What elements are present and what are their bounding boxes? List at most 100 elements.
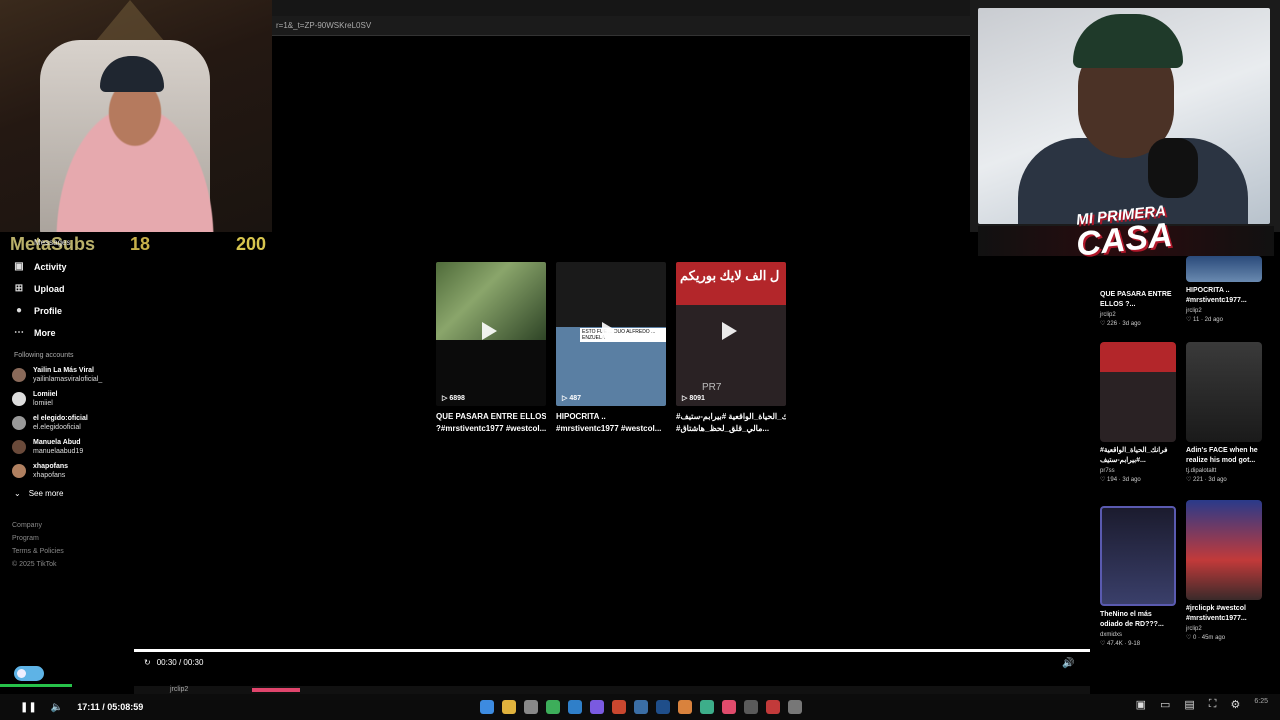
video-thumbnail[interactable]: ▷ 6898 — [436, 262, 546, 406]
followed-account[interactable]: el elegido:oficial el.elegidooficial — [0, 411, 130, 435]
theater-icon[interactable]: ▭ — [1160, 698, 1170, 711]
steam-icon[interactable] — [634, 700, 648, 714]
folder-icon[interactable] — [502, 700, 516, 714]
browser-icon[interactable] — [546, 700, 560, 714]
video-card[interactable]: ل الف لايك بوريكم PR7 ▷ 8091 #فرانك_الحي… — [676, 262, 786, 435]
related-title[interactable]: #فرانك_الحياة_الواقعية #بيرابم-ستيف... — [1100, 446, 1176, 466]
avatar-icon: ● — [15, 305, 23, 316]
volume-icon[interactable]: 🔈 — [51, 702, 63, 713]
load-progress — [0, 684, 72, 687]
settings-icon[interactable] — [788, 700, 802, 714]
strip-author: jrclip2 — [170, 686, 189, 693]
volume-icon[interactable]: 🔊 — [1062, 658, 1074, 669]
gear-icon[interactable]: ⚙ — [1231, 698, 1241, 711]
followed-account[interactable]: xhapofans xhapofans — [0, 459, 130, 483]
video-title[interactable]: HIPOCRITA .. — [556, 411, 666, 423]
related-thumbnail[interactable] — [1100, 342, 1176, 442]
nav-activity[interactable]: ▣ Activity — [0, 256, 130, 278]
video-progress-bar[interactable] — [134, 649, 1090, 652]
avatar — [12, 464, 26, 478]
video-card[interactable]: ▷ 6898 QUE PASARA ENTRE ELLOS ?#mrstiven… — [436, 262, 546, 435]
footer-link[interactable]: Terms & Policies — [12, 545, 130, 558]
video-title-line2[interactable]: #مالي_قلق_لحظ_هاشتاق... — [676, 423, 786, 435]
related-thumbnail[interactable] — [1100, 506, 1176, 606]
nav-label: Activity — [34, 262, 67, 272]
video-card[interactable]: ESTO FUE ... DUO ALFREDO ... ENZUELA ▷ 4… — [556, 262, 666, 435]
address-bar[interactable]: r=1&_t=ZP-90WSKreL0SV — [272, 16, 972, 36]
captions-icon[interactable]: ▤ — [1184, 698, 1194, 711]
avatar — [12, 392, 26, 406]
view-count: ▷ 8091 — [682, 395, 705, 402]
nav-more[interactable]: ⋯ More — [0, 322, 130, 344]
related-thumbnail[interactable] — [1186, 342, 1262, 442]
start-icon[interactable] — [480, 700, 494, 714]
app-icon[interactable] — [612, 700, 626, 714]
see-more-link[interactable]: ⌄ See more — [0, 483, 130, 503]
footer-link[interactable]: Company — [12, 519, 130, 532]
video-thumbnail[interactable]: ESTO FUE ... DUO ALFREDO ... ENZUELA ▷ 4… — [556, 262, 666, 406]
app-icon[interactable] — [700, 700, 714, 714]
related-video[interactable]: HIPOCRITA .. #mrstiventc1977... jrclip2 … — [1186, 256, 1262, 323]
messages-nav-label[interactable]: Messages — [34, 238, 70, 247]
related-author[interactable]: jrclip2 — [1186, 626, 1262, 632]
avatar — [12, 416, 26, 430]
video-title[interactable]: QUE PASARA ENTRE ELLOS — [436, 411, 546, 423]
toggle-switch[interactable] — [14, 666, 44, 681]
app-icon[interactable] — [678, 700, 692, 714]
related-meta: ♡ 194 · 3d ago — [1100, 477, 1141, 483]
video-title-line2[interactable]: #mrstiventc1977 #westcol... — [556, 423, 666, 435]
fullscreen-icon[interactable]: ⛶ — [1209, 698, 1217, 711]
tiktok-icon[interactable] — [722, 700, 736, 714]
ellipsis-icon: ⋯ — [14, 327, 24, 338]
streamer-figure — [35, 70, 235, 232]
footer-copyright: © 2025 TikTok — [12, 561, 57, 568]
followed-account[interactable]: Yailin La Más Viral yailinlamasviralofici… — [0, 363, 130, 387]
pause-icon[interactable]: ❚❚ — [20, 702, 37, 713]
following-accounts-title: Following accounts — [14, 352, 74, 359]
related-video[interactable]: #jrclicpk #westcol #mrstiventc1977... jr… — [1186, 500, 1262, 641]
nav-label: Upload — [34, 284, 65, 294]
related-author[interactable]: pr7ss — [1100, 468, 1176, 474]
avatar — [12, 440, 26, 454]
nav-profile[interactable]: ● Profile — [0, 300, 130, 322]
related-title[interactable]: Adin's FACE when he realize his mod got.… — [1186, 446, 1262, 466]
nav-upload[interactable]: ⊞ Upload — [0, 278, 130, 300]
related-author[interactable]: jrclip2 — [1100, 312, 1176, 318]
related-title[interactable]: #jrclicpk #westcol #mrstiventc1977... — [1186, 604, 1262, 624]
time-readout: 00:30 / 00:30 — [156, 658, 204, 667]
account-name: xhapofans — [33, 463, 69, 470]
app-icon[interactable] — [656, 700, 670, 714]
account-handle: el.elegidooficial — [33, 424, 81, 431]
related-title[interactable]: TheNino el más odiado de RD???... — [1100, 610, 1176, 630]
app-icon[interactable] — [590, 700, 604, 714]
related-meta: ♡ 226 · 3d ago — [1100, 321, 1141, 327]
followed-account[interactable]: Lomiiel lomiiel — [0, 387, 130, 411]
related-author[interactable]: tj.dipalotaltt — [1186, 468, 1262, 474]
sidebar-footer: Company Program Terms & Policies © 2025 … — [0, 519, 130, 571]
related-thumbnail[interactable] — [1186, 500, 1262, 600]
replay-icon[interactable]: ↻ — [144, 658, 151, 667]
video-title[interactable]: #فرانك_الحياة_الواقعية #بيرابم-ستيف — [676, 411, 786, 423]
video-thumbnail[interactable]: ل الف لايك بوريكم PR7 ▷ 8091 — [676, 262, 786, 406]
related-video[interactable]: QUE PASARA ENTRE ELLOS ?... jrclip2 ♡ 22… — [1100, 286, 1176, 327]
logo-line2: CASA — [1074, 215, 1175, 264]
related-video[interactable]: #فرانك_الحياة_الواقعية #بيرابم-ستيف... p… — [1100, 342, 1176, 483]
miniplayer-icon[interactable]: ▣ — [1136, 698, 1146, 711]
related-author[interactable]: dxmidxs — [1100, 632, 1176, 638]
related-author[interactable]: jrclip2 — [1186, 308, 1262, 314]
related-thumbnail[interactable] — [1186, 256, 1262, 282]
video-card-row: ▷ 6898 QUE PASARA ENTRE ELLOS ?#mrstiven… — [436, 262, 786, 435]
thumbnail-watermark: PR7 — [702, 382, 722, 393]
pink-indicator — [252, 688, 300, 692]
app-icon[interactable] — [568, 700, 582, 714]
footer-link[interactable]: Program — [12, 532, 130, 545]
store-icon[interactable] — [524, 700, 538, 714]
related-video[interactable]: TheNino el más odiado de RD???... dxmidx… — [1100, 506, 1176, 647]
related-video[interactable]: Adin's FACE when he realize his mod got.… — [1186, 342, 1262, 483]
related-title[interactable]: QUE PASARA ENTRE ELLOS ?... — [1100, 290, 1176, 310]
app-icon[interactable] — [766, 700, 780, 714]
app-icon[interactable] — [744, 700, 758, 714]
related-title[interactable]: HIPOCRITA .. #mrstiventc1977... — [1186, 286, 1262, 306]
followed-account[interactable]: Manuela Abud manuelaabud19 — [0, 435, 130, 459]
video-title-line2[interactable]: ?#mrstiventc1977 #westcol... — [436, 423, 546, 435]
